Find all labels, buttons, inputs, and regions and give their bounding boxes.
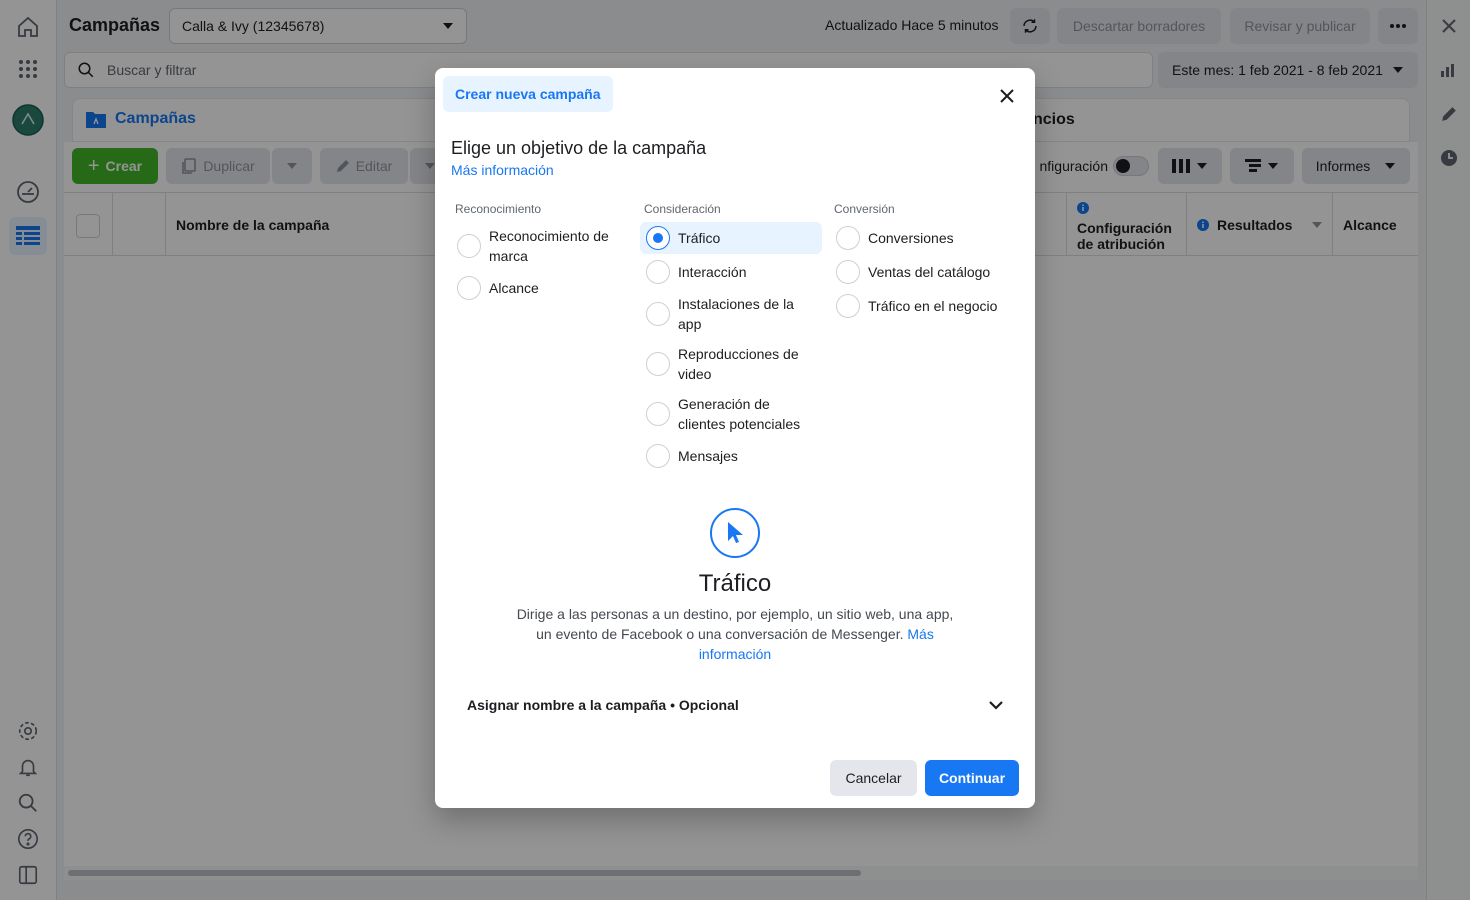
objective-title: Tráfico	[698, 570, 772, 597]
objective-label: Mensajes	[678, 448, 738, 464]
objective-group-conversion: Conversión Conversiones Ventas del catál…	[830, 202, 1012, 324]
objective-group-awareness: Reconocimiento Reconocimiento de marca A…	[451, 202, 633, 306]
create-campaign-tab[interactable]: Crear nueva campaña	[443, 76, 613, 112]
group-heading: Conversión	[834, 202, 895, 216]
radio-button[interactable]	[457, 234, 481, 258]
radio-button[interactable]	[457, 276, 481, 300]
radio-button[interactable]	[836, 260, 860, 284]
objective-option[interactable]: Conversiones	[830, 222, 1012, 254]
objective-label: Instalaciones de la app	[678, 296, 794, 332]
chevron-down-icon	[989, 700, 1003, 710]
group-heading: Consideración	[644, 202, 721, 216]
campaign-name-expander[interactable]: Asignar nombre a la campaña • Opcional	[467, 692, 1003, 718]
radio-button-checked[interactable]	[646, 226, 670, 250]
objective-label: Reconocimiento de marca	[489, 228, 609, 264]
objective-description: Dirige a las personas a un destino, por …	[515, 604, 955, 664]
objective-description-text: Dirige a las personas a un destino, por …	[516, 606, 954, 642]
objective-option[interactable]: Instalaciones de la app	[640, 290, 822, 338]
objective-option[interactable]: Generación de clientes potenciales	[640, 390, 822, 438]
radio-button[interactable]	[646, 444, 670, 468]
objective-label: Interacción	[678, 264, 747, 280]
close-dialog-button[interactable]	[993, 82, 1021, 110]
objective-label: Alcance	[489, 280, 539, 296]
create-campaign-dialog: Crear nueva campaña Elige un objetivo de…	[435, 68, 1035, 808]
objective-option[interactable]: Reconocimiento de marca	[451, 222, 633, 270]
radio-button[interactable]	[836, 294, 860, 318]
objective-label: Tráfico	[678, 230, 721, 246]
objective-label: Conversiones	[868, 230, 954, 246]
objective-group-consideration: Consideración Tráfico Interacción Instal…	[640, 202, 822, 474]
cancel-button[interactable]: Cancelar	[830, 760, 917, 796]
objective-option[interactable]: Ventas del catálogo	[830, 256, 1012, 288]
radio-button[interactable]	[646, 352, 670, 376]
radio-button[interactable]	[646, 402, 670, 426]
objective-option[interactable]: Tráfico en el negocio	[830, 290, 1012, 322]
objective-option-selected[interactable]: Tráfico	[640, 222, 822, 254]
objective-option[interactable]: Mensajes	[640, 440, 822, 472]
objective-label: Reproducciones de video	[678, 346, 799, 382]
objective-label: Tráfico en el negocio	[868, 298, 998, 314]
campaign-name-label: Asignar nombre a la campaña • Opcional	[467, 697, 739, 713]
objective-label: Generación de clientes potenciales	[678, 396, 801, 432]
radio-button[interactable]	[646, 302, 670, 326]
objective-option[interactable]: Interacción	[640, 256, 822, 288]
objective-option[interactable]: Reproducciones de video	[640, 340, 822, 388]
radio-button[interactable]	[836, 226, 860, 250]
dialog-title: Elige un objetivo de la campaña	[451, 138, 707, 158]
objective-label: Ventas del catálogo	[868, 264, 991, 280]
radio-button[interactable]	[646, 260, 670, 284]
continue-button[interactable]: Continuar	[925, 760, 1019, 796]
group-heading: Reconocimiento	[455, 202, 542, 216]
objective-option[interactable]: Alcance	[451, 272, 633, 304]
close-icon	[1000, 89, 1014, 103]
more-info-link[interactable]: Más información	[451, 162, 554, 178]
cursor-pointer-icon	[710, 508, 760, 558]
